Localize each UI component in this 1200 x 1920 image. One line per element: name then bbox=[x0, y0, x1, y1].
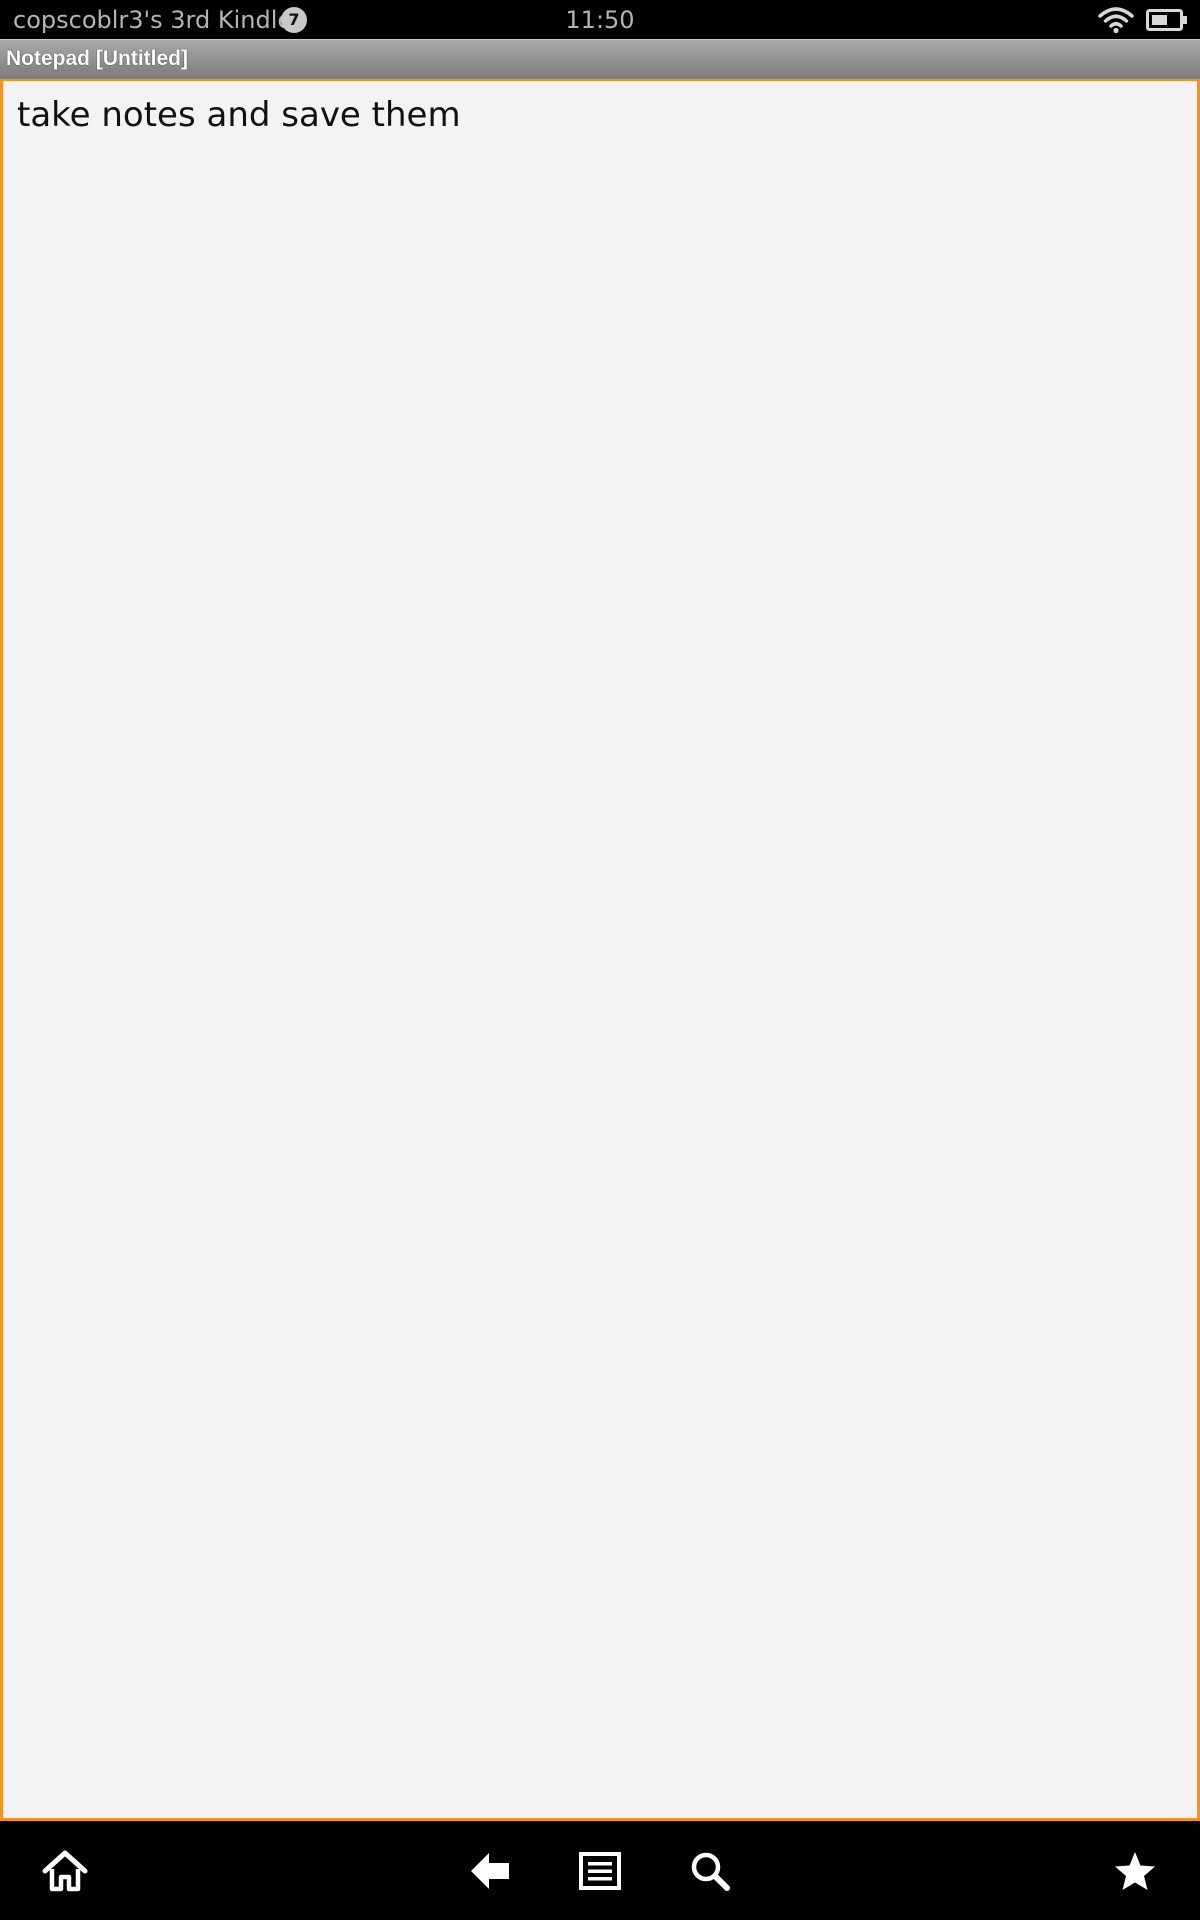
device-name: copscoblr3's 3rd Kindle bbox=[13, 6, 293, 34]
favorites-button[interactable] bbox=[1090, 1822, 1180, 1920]
bottom-nav-bar bbox=[0, 1822, 1200, 1920]
search-button[interactable] bbox=[665, 1822, 755, 1920]
home-icon bbox=[42, 1850, 88, 1892]
clock: 11:50 bbox=[565, 6, 635, 34]
status-bar: copscoblr3's 3rd Kindle 7 11:50 bbox=[0, 0, 1200, 39]
menu-button[interactable] bbox=[555, 1822, 645, 1920]
home-button[interactable] bbox=[20, 1822, 110, 1920]
back-button[interactable] bbox=[445, 1822, 535, 1920]
menu-icon bbox=[579, 1852, 621, 1890]
wifi-icon bbox=[1098, 7, 1134, 34]
back-arrow-icon bbox=[471, 1853, 509, 1889]
app-title: Notepad [Untitled] bbox=[6, 47, 188, 70]
notification-badge[interactable]: 7 bbox=[281, 7, 307, 33]
kindle-screen: copscoblr3's 3rd Kindle 7 11:50 Notepad … bbox=[0, 0, 1200, 1920]
search-icon bbox=[691, 1852, 730, 1891]
star-icon bbox=[1115, 1852, 1155, 1890]
app-title-bar: Notepad [Untitled] bbox=[0, 39, 1200, 79]
battery-icon bbox=[1146, 9, 1187, 31]
note-editor[interactable]: take notes and save them bbox=[0, 79, 1200, 1821]
